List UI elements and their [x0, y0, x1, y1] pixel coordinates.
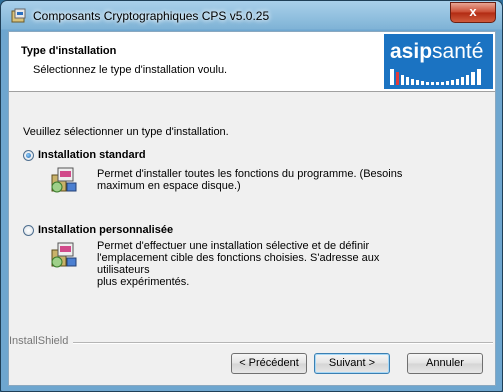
option-custom-label: Installation personnalisée: [38, 224, 174, 236]
option-custom[interactable]: Installation personnalisée: [23, 224, 173, 236]
radio-standard[interactable]: [23, 149, 34, 161]
install-package-icon: [51, 242, 77, 268]
option-custom-description: Permet d'effectuer une installation séle…: [97, 240, 380, 288]
close-button[interactable]: x: [450, 2, 496, 23]
dialog-header: Type d'installation Sélectionnez le type…: [9, 32, 495, 92]
option-standard[interactable]: Installation standard: [23, 149, 146, 161]
title-bar[interactable]: Composants Cryptographiques CPS v5.0.25 …: [1, 1, 502, 31]
back-button[interactable]: < Précédent: [231, 353, 307, 374]
installer-window: Composants Cryptographiques CPS v5.0.25 …: [0, 0, 503, 392]
radio-custom[interactable]: [23, 224, 34, 236]
installer-app-icon: [11, 8, 26, 23]
option-standard-label: Installation standard: [38, 149, 146, 161]
logo-text: asipsanté: [390, 40, 484, 63]
logo-bars-graphic: [390, 69, 481, 85]
cancel-button[interactable]: Annuler: [407, 353, 483, 374]
installshield-brand: InstallShield: [9, 335, 69, 347]
dialog-client: Type d'installation Sélectionnez le type…: [8, 31, 496, 386]
footer-divider: [73, 342, 493, 344]
page-subtitle: Sélectionnez le type d'installation voul…: [33, 64, 228, 76]
install-package-icon: [51, 167, 77, 193]
page-title: Type d'installation: [21, 45, 117, 57]
asip-sante-logo: asipsanté: [384, 34, 493, 89]
window-title: Composants Cryptographiques CPS v5.0.25: [33, 9, 270, 23]
next-button[interactable]: Suivant >: [314, 353, 390, 374]
option-standard-description: Permet d'installer toutes les fonctions …: [97, 168, 403, 192]
selection-prompt: Veuillez sélectionner un type d'installa…: [23, 126, 229, 138]
